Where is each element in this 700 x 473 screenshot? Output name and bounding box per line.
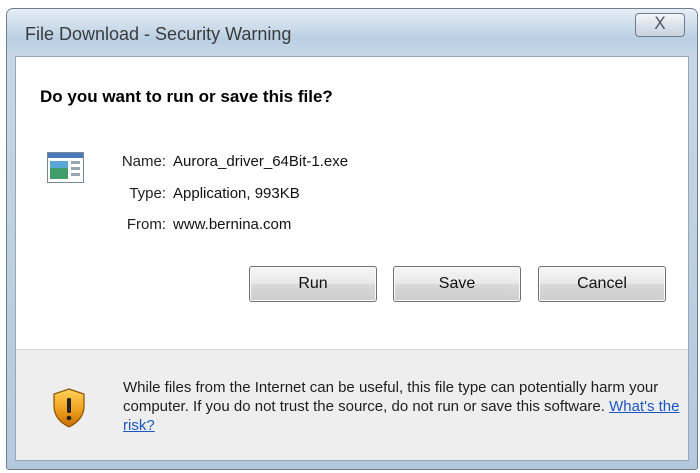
file-name-label: Name: bbox=[121, 153, 166, 170]
close-button[interactable]: X bbox=[635, 13, 685, 37]
warning-text: While files from the Internet can be use… bbox=[123, 379, 659, 415]
security-warning-message: While files from the Internet can be use… bbox=[123, 378, 693, 435]
dialog-content: Do you want to run or save this file? Na… bbox=[15, 56, 689, 461]
window-title: File Download - Security Warning bbox=[25, 24, 292, 44]
file-type-value: Application, 993KB bbox=[173, 185, 300, 202]
file-type-row: Type: Application, 993KB bbox=[92, 185, 300, 202]
file-from-value: www.bernina.com bbox=[173, 216, 292, 233]
application-file-icon bbox=[47, 152, 84, 183]
security-warning-panel: While files from the Internet can be use… bbox=[16, 349, 688, 460]
dialog-main-panel: Do you want to run or save this file? Na… bbox=[16, 57, 688, 349]
file-name-row: Name: Aurora_driver_64Bit-1.exe bbox=[92, 153, 348, 170]
file-from-row: From: www.bernina.com bbox=[92, 216, 292, 233]
save-button[interactable]: Save bbox=[393, 266, 521, 302]
file-download-dialog: File Download - Security Warning X Do yo… bbox=[6, 8, 698, 470]
dialog-question: Do you want to run or save this file? bbox=[40, 87, 333, 106]
file-type-label: Type: bbox=[129, 185, 166, 202]
security-shield-icon bbox=[53, 388, 85, 428]
file-name-value: Aurora_driver_64Bit-1.exe bbox=[173, 153, 349, 170]
file-from-label: From: bbox=[126, 216, 166, 233]
cancel-button[interactable]: Cancel bbox=[538, 266, 666, 302]
run-button[interactable]: Run bbox=[249, 266, 377, 302]
title-bar[interactable]: File Download - Security Warning X bbox=[7, 9, 697, 55]
